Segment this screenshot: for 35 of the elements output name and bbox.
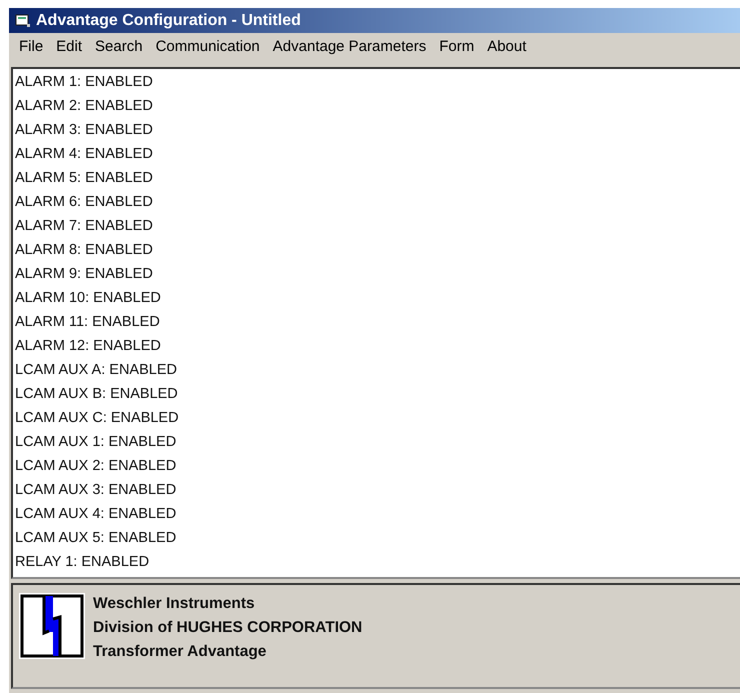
list-item[interactable]: LCAM AUX 1: ENABLED xyxy=(15,432,740,456)
list-item[interactable]: LCAM AUX B: ENABLED xyxy=(15,384,740,408)
list-item[interactable]: LCAM AUX 5: ENABLED xyxy=(15,528,740,552)
list-item[interactable]: LCAM AUX A: ENABLED xyxy=(15,360,740,384)
list-item[interactable]: ALARM 12: ENABLED xyxy=(15,336,740,360)
app-icon xyxy=(15,14,31,28)
list-item[interactable]: LCAM AUX 4: ENABLED xyxy=(15,504,740,528)
list-item[interactable]: ALARM 3: ENABLED xyxy=(15,120,740,144)
menu-item[interactable]: File xyxy=(13,38,50,54)
list-item[interactable]: LCAM AUX C: ENABLED xyxy=(15,408,740,432)
list-item[interactable]: LCAM AUX 2: ENABLED xyxy=(15,456,740,480)
menu-item[interactable]: Advantage Parameters xyxy=(266,38,434,54)
menu-item[interactable]: Edit xyxy=(50,38,90,54)
menu-item[interactable]: Form xyxy=(433,38,482,54)
list-item[interactable]: ALARM 7: ENABLED xyxy=(15,216,740,240)
list-item[interactable]: ALARM 5: ENABLED xyxy=(15,168,740,192)
list-item[interactable]: ALARM 1: ENABLED xyxy=(15,72,740,96)
list-box[interactable] xyxy=(11,67,740,579)
list-item[interactable]: RELAY 1: ENABLED xyxy=(15,552,740,576)
footer-text: Transformer Advantage xyxy=(93,642,268,662)
list-item[interactable]: ALARM 10: ENABLED xyxy=(15,288,740,312)
list-item[interactable]: ALARM 2: ENABLED xyxy=(15,96,740,120)
list-item[interactable]: ALARM 8: ENABLED xyxy=(15,240,740,264)
menu-item[interactable]: About xyxy=(481,38,534,54)
list-item[interactable]: ALARM 9: ENABLED xyxy=(15,264,740,288)
footer-text: Division of HUGHES CORPORATION xyxy=(93,618,362,638)
list-item[interactable]: ALARM 6: ENABLED xyxy=(15,192,740,216)
logo-icon xyxy=(19,593,85,659)
footer-text: Weschler Instruments xyxy=(93,594,256,614)
menu-item[interactable]: Search xyxy=(89,38,150,54)
list-item[interactable]: LCAM AUX 3: ENABLED xyxy=(15,480,740,504)
list-item[interactable]: ALARM 4: ENABLED xyxy=(15,144,740,168)
list-item[interactable]: ALARM 11: ENABLED xyxy=(15,312,740,336)
menu-item[interactable]: Communication xyxy=(150,38,267,54)
window-title: Advantage Configuration - Untitled xyxy=(36,12,301,30)
